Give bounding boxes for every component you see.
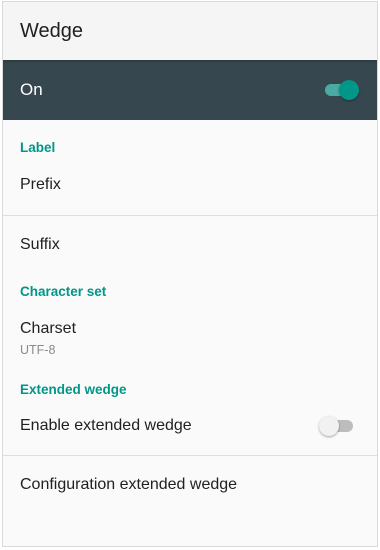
enable-extended-wedge-title: Enable extended wedge [20,417,192,434]
prefix-preference[interactable]: Prefix [3,155,377,215]
master-toggle-thumb [339,80,359,100]
category-character-set: Character set [20,284,107,299]
charset-preference[interactable]: Charset UTF-8 [3,299,377,377]
master-switch-label: On [20,80,43,99]
app-bar: Wedge [3,2,377,60]
master-switch-bar[interactable]: On [3,60,377,120]
charset-summary: UTF-8 [20,342,56,357]
category-extended-wedge: Extended wedge [20,382,127,397]
category-label: Label [20,140,56,155]
master-toggle-switch[interactable] [323,80,359,100]
configuration-extended-wedge-title: Configuration extended wedge [20,476,238,493]
enable-extended-wedge-toggle[interactable] [319,416,355,436]
page-title: Wedge [20,19,84,42]
configuration-extended-wedge-preference[interactable]: Configuration extended wedge [3,456,377,514]
enable-extended-wedge-preference[interactable]: Enable extended wedge [3,397,377,455]
charset-title: Charset [20,319,77,337]
prefix-title: Prefix [20,176,61,193]
suffix-title: Suffix [20,236,60,253]
wedge-settings-screen: Wedge On Label Prefix Suffix Character s… [2,1,378,547]
suffix-preference[interactable]: Suffix [3,216,377,274]
extended-toggle-thumb [319,416,339,436]
